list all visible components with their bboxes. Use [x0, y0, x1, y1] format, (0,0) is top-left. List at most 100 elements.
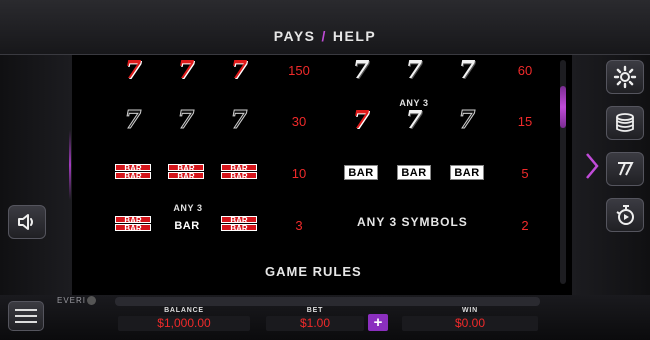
bar-strip: BAR [115, 224, 151, 233]
white-seven-glyph: 7 [405, 56, 423, 84]
any3-label: ANY 3 [173, 203, 203, 213]
sevens-icon [618, 162, 634, 176]
autoplay-icon [616, 205, 634, 225]
paytable-button[interactable] [606, 152, 644, 186]
left-frame [0, 55, 72, 295]
white-seven-symbol: 7 [344, 58, 378, 82]
pay-value: 60 [517, 63, 533, 78]
win-display: WIN $0.00 [402, 307, 538, 331]
bar-label: BAR [450, 165, 484, 180]
bar-strip: BAR [115, 172, 151, 181]
bar-label: BAR [397, 165, 431, 180]
gear-icon [613, 65, 637, 89]
any-symbols-label: ANY 3 SYMBOLS [357, 215, 468, 229]
red-seven-glyph: 7 [124, 56, 142, 84]
dark-seven-glyph: 7 [124, 105, 142, 134]
bar-label: BAR [170, 218, 204, 233]
triple-bar-symbol: BAR BAR [115, 164, 151, 181]
single-bar-symbol: BAR [397, 165, 431, 180]
header-bar: PAYS / HELP [0, 0, 650, 55]
bar-strip: BAR [115, 216, 151, 225]
brand-logo: EVERI [57, 296, 97, 306]
white-seven-glyph: 7 [458, 56, 476, 84]
bet-display: BET $1.00 [266, 307, 364, 331]
dark-seven-symbol: 7 [116, 105, 150, 134]
sound-button[interactable] [8, 205, 46, 239]
red-seven-glyph: 7 [230, 56, 248, 84]
dark-seven-glyph: 7 [458, 105, 476, 134]
triple-bar-symbol: BAR BAR [221, 216, 257, 233]
brand-mark-icon [87, 296, 97, 306]
title-separator: / [321, 28, 327, 44]
red-seven-symbol: 7 [344, 108, 378, 132]
coins-icon [616, 113, 634, 132]
bet-increase-button[interactable]: + [368, 314, 388, 331]
bet-coins-button[interactable] [606, 106, 644, 140]
dark-seven-symbol: 7 [222, 105, 256, 134]
settings-button[interactable] [606, 60, 644, 94]
pay-value: 15 [517, 114, 533, 129]
white-seven-glyph: 7 [405, 105, 423, 134]
dark-seven-glyph: 7 [177, 105, 195, 134]
bar-label: BAR [344, 165, 378, 180]
bet-label: BET [306, 307, 324, 314]
pay-value: 5 [521, 166, 529, 181]
triple-bar-stack: BAR BAR [115, 164, 151, 181]
paytable-panel: 7 7 7 150 7 7 7 60 7 7 7 30 ANY 3 7 7 7 … [78, 56, 572, 288]
page-title: PAYS / HELP [0, 28, 650, 44]
white-seven-glyph: 7 [352, 56, 370, 84]
dark-seven-glyph: 7 [230, 105, 248, 134]
red-seven-symbol: 7 [169, 58, 203, 82]
balance-display: BALANCE $1,000.00 [118, 307, 250, 331]
balance-value: $1,000.00 [118, 316, 250, 331]
bet-value: $1.00 [266, 316, 364, 331]
balance-label: BALANCE [164, 307, 204, 314]
white-seven-symbol: 7 [397, 58, 431, 82]
menu-icon [15, 309, 37, 311]
red-seven-glyph: 7 [352, 105, 370, 134]
bar-strip: BAR [115, 164, 151, 173]
active-indicator-arrow [586, 153, 599, 179]
status-bar [115, 297, 540, 306]
triple-bar-stack: BAR BAR [221, 216, 257, 233]
title-pays: PAYS [273, 28, 316, 44]
pay-value: 3 [295, 218, 303, 233]
menu-button[interactable] [8, 301, 44, 331]
bar-strip: BAR [168, 164, 204, 173]
triple-bar-symbol: BAR BAR [168, 164, 204, 181]
scrollbar[interactable] [560, 60, 566, 284]
white-seven-symbol: 7 [397, 108, 431, 132]
brand-name: EVERI [57, 296, 87, 305]
triple-bar-stack: BAR BAR [115, 216, 151, 233]
triple-bar-symbol: BAR BAR [221, 164, 257, 181]
single-bar-symbol: BAR [170, 218, 204, 233]
win-value: $0.00 [402, 316, 538, 331]
single-bar-symbol: BAR [344, 165, 378, 180]
red-seven-glyph: 7 [177, 56, 195, 84]
dark-seven-symbol: 7 [169, 105, 203, 134]
pay-value: 150 [288, 63, 310, 78]
speaker-icon [18, 214, 33, 230]
scrollbar-thumb[interactable] [560, 86, 566, 128]
single-bar-symbol: BAR [450, 165, 484, 180]
win-label: WIN [461, 307, 478, 314]
bar-strip: BAR [168, 172, 204, 181]
pay-value: 10 [291, 166, 307, 181]
title-help: HELP [332, 28, 377, 44]
menu-icon [15, 321, 37, 323]
decor-line [69, 130, 71, 200]
triple-bar-symbol: BAR BAR [115, 216, 151, 233]
red-seven-symbol: 7 [116, 58, 150, 82]
pay-value: 30 [291, 114, 307, 129]
white-seven-symbol: 7 [450, 58, 484, 82]
autoplay-button[interactable] [606, 198, 644, 232]
red-seven-symbol: 7 [222, 58, 256, 82]
bar-strip: BAR [221, 216, 257, 225]
bar-strip: BAR [221, 224, 257, 233]
dark-seven-symbol: 7 [450, 105, 484, 134]
menu-icon [15, 315, 37, 317]
bar-strip: BAR [221, 164, 257, 173]
pay-value: 2 [521, 218, 529, 233]
bar-strip: BAR [221, 172, 257, 181]
triple-bar-stack: BAR BAR [168, 164, 204, 181]
